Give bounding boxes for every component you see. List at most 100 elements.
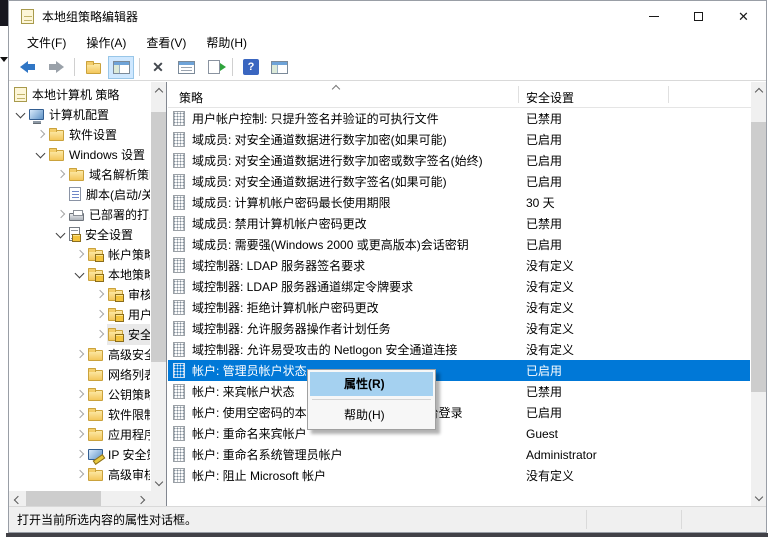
- tree-item-13[interactable]: 高级安全 Windows Defender 防火墙: [9, 344, 150, 364]
- chevron-down-icon[interactable]: [14, 107, 28, 121]
- table-row[interactable]: 域成员: 对安全通道数据进行数字加密或数字签名(始终)已启用: [168, 150, 750, 171]
- main-area: 本地计算机 策略计算机配置软件设置Windows 设置域名解析策略脚本(启动/关…: [9, 82, 766, 506]
- chevron-right-icon[interactable]: [73, 467, 87, 481]
- table-row[interactable]: 域成员: 需要强(Windows 2000 或更高版本)会话密钥已启用: [168, 234, 750, 255]
- close-button[interactable]: ✕: [721, 1, 766, 31]
- table-row[interactable]: 用户帐户控制: 只提升签名并验证的可执行文件已禁用: [168, 108, 750, 129]
- tree-item-10[interactable]: 审核策略: [9, 284, 150, 304]
- column-divider[interactable]: [668, 86, 669, 103]
- tree-item-15[interactable]: 公钥策略: [9, 384, 150, 404]
- tree-item-content: Windows 设置: [48, 144, 148, 165]
- chevron-down-icon[interactable]: [34, 147, 48, 161]
- tree-horizontal-scrollbar[interactable]: [9, 491, 151, 506]
- scrollbar-corner: [151, 491, 166, 506]
- context-menu-item-properties[interactable]: 属性(R): [310, 372, 433, 396]
- table-row[interactable]: 域成员: 对安全通道数据进行数字加密(如果可能)已启用: [168, 129, 750, 150]
- context-menu-item-help[interactable]: 帮助(H): [310, 403, 433, 427]
- tree-item-label: 审核策略: [128, 286, 150, 303]
- chevron-right-icon[interactable]: [93, 327, 107, 341]
- tree-item-14[interactable]: 网络列表管理器策略: [9, 364, 150, 384]
- menu-0[interactable]: 文件(F): [17, 31, 76, 54]
- list-vertical-scrollbar[interactable]: [751, 82, 766, 506]
- chevron-right-icon[interactable]: [73, 447, 87, 461]
- minimize-button[interactable]: [631, 1, 676, 31]
- maximize-button[interactable]: [676, 1, 721, 31]
- new-window-button[interactable]: [266, 56, 292, 79]
- column-header-policy[interactable]: 策略: [179, 89, 203, 106]
- menu-2[interactable]: 查看(V): [136, 31, 196, 54]
- help-button[interactable]: ?: [238, 56, 264, 79]
- tree-item-2[interactable]: 软件设置: [9, 124, 150, 144]
- table-row[interactable]: 域成员: 对安全通道数据进行数字签名(如果可能)已启用: [168, 171, 750, 192]
- help-icon: ?: [243, 59, 259, 75]
- table-row[interactable]: 帐户: 管理员帐户状态已启用: [168, 360, 750, 381]
- chevron-right-icon[interactable]: [73, 427, 87, 441]
- chevron-down-icon[interactable]: [54, 227, 68, 241]
- chevron-down-icon[interactable]: [73, 267, 87, 281]
- table-row[interactable]: 域控制器: 拒绝计算机帐户密码更改没有定义: [168, 297, 750, 318]
- chevron-right-icon[interactable]: [73, 247, 87, 261]
- properties-icon: [178, 61, 195, 74]
- table-row[interactable]: 域成员: 计算机帐户密码最长使用期限30 天: [168, 192, 750, 213]
- tree-vertical-scrollbar[interactable]: [151, 82, 166, 491]
- chevron-right-icon[interactable]: [73, 347, 87, 361]
- table-row[interactable]: 域控制器: 允许服务器操作者计划任务没有定义: [168, 318, 750, 339]
- scroll-left-icon[interactable]: [9, 491, 25, 506]
- open-folder-button[interactable]: [80, 56, 106, 79]
- tree-item-5[interactable]: 脚本(启动/关机): [9, 184, 150, 204]
- forward-arrow-button[interactable]: [43, 56, 69, 79]
- toolbar: ✕?: [9, 54, 766, 81]
- tree-item-9[interactable]: 本地策略: [9, 264, 150, 284]
- table-row[interactable]: 帐户: 来宾帐户状态已禁用: [168, 381, 750, 402]
- scroll-up-icon[interactable]: [751, 82, 766, 98]
- chevron-right-icon[interactable]: [93, 307, 107, 321]
- table-row[interactable]: 帐户: 阻止 Microsoft 帐户没有定义: [168, 465, 750, 486]
- tree-item-11[interactable]: 用户权限分配: [9, 304, 150, 324]
- list-vscroll-thumb[interactable]: [751, 122, 766, 392]
- table-row[interactable]: 域控制器: LDAP 服务器通道绑定令牌要求没有定义: [168, 276, 750, 297]
- column-header-setting[interactable]: 安全设置: [526, 89, 574, 106]
- tree-vscroll-thumb[interactable]: [151, 112, 166, 362]
- tree-item-8[interactable]: 帐户策略: [9, 244, 150, 264]
- tree-item-1[interactable]: 计算机配置: [9, 104, 150, 124]
- tree-item-12[interactable]: 安全选项: [9, 324, 150, 344]
- scroll-right-icon[interactable]: [135, 491, 151, 506]
- back-arrow-button[interactable]: [15, 56, 41, 79]
- menu-3[interactable]: 帮助(H): [196, 31, 257, 54]
- policy-name: 域成员: 禁用计算机帐户密码更改: [192, 215, 367, 232]
- tree-item-16[interactable]: 软件限制策略: [9, 404, 150, 424]
- chevron-right-icon[interactable]: [34, 127, 48, 141]
- tree-item-7[interactable]: 安全设置: [9, 224, 150, 244]
- delete-button[interactable]: ✕: [145, 56, 171, 79]
- menu-1[interactable]: 操作(A): [76, 31, 136, 54]
- table-row[interactable]: 域成员: 禁用计算机帐户密码更改已禁用: [168, 213, 750, 234]
- table-row[interactable]: 帐户: 重命名系统管理员帐户Administrator: [168, 444, 750, 465]
- tree-hscroll-thumb[interactable]: [26, 491, 101, 506]
- table-row[interactable]: 域控制器: LDAP 服务器签名要求没有定义: [168, 255, 750, 276]
- scroll-up-icon[interactable]: [151, 82, 166, 98]
- tree-item-17[interactable]: 应用程序控制策略: [9, 424, 150, 444]
- folder-icon: [49, 150, 64, 161]
- chevron-right-icon[interactable]: [73, 387, 87, 401]
- tree-item-6[interactable]: 已部署的打印机: [9, 204, 150, 224]
- tree-item-18[interactable]: IP 安全策略，在 本地计算机: [9, 444, 150, 464]
- tree-item-3[interactable]: Windows 设置: [9, 144, 150, 164]
- show-console-tree-button[interactable]: [108, 56, 134, 79]
- table-row[interactable]: 帐户: 使用空密码的本地帐户只允许进行控制台登录已启用: [168, 402, 750, 423]
- properties-button[interactable]: [173, 56, 199, 79]
- show-console-tree-icon: [113, 61, 130, 74]
- tree-item-19[interactable]: 高级审核策略配置: [9, 464, 150, 484]
- titlebar: 本地组策略编辑器 ✕: [9, 1, 766, 31]
- chevron-right-icon[interactable]: [73, 407, 87, 421]
- scroll-down-icon[interactable]: [751, 490, 766, 506]
- table-row[interactable]: 域控制器: 允许易受攻击的 Netlogon 安全通道连接没有定义: [168, 339, 750, 360]
- column-divider[interactable]: [518, 86, 519, 103]
- tree-item-0[interactable]: 本地计算机 策略: [9, 84, 150, 104]
- tree-item-4[interactable]: 域名解析策略: [9, 164, 150, 184]
- chevron-right-icon[interactable]: [54, 167, 68, 181]
- export-list-button[interactable]: [201, 56, 227, 79]
- table-row[interactable]: 帐户: 重命名来宾帐户Guest: [168, 423, 750, 444]
- chevron-right-icon[interactable]: [54, 207, 68, 221]
- scroll-down-icon[interactable]: [151, 475, 166, 491]
- chevron-right-icon[interactable]: [93, 287, 107, 301]
